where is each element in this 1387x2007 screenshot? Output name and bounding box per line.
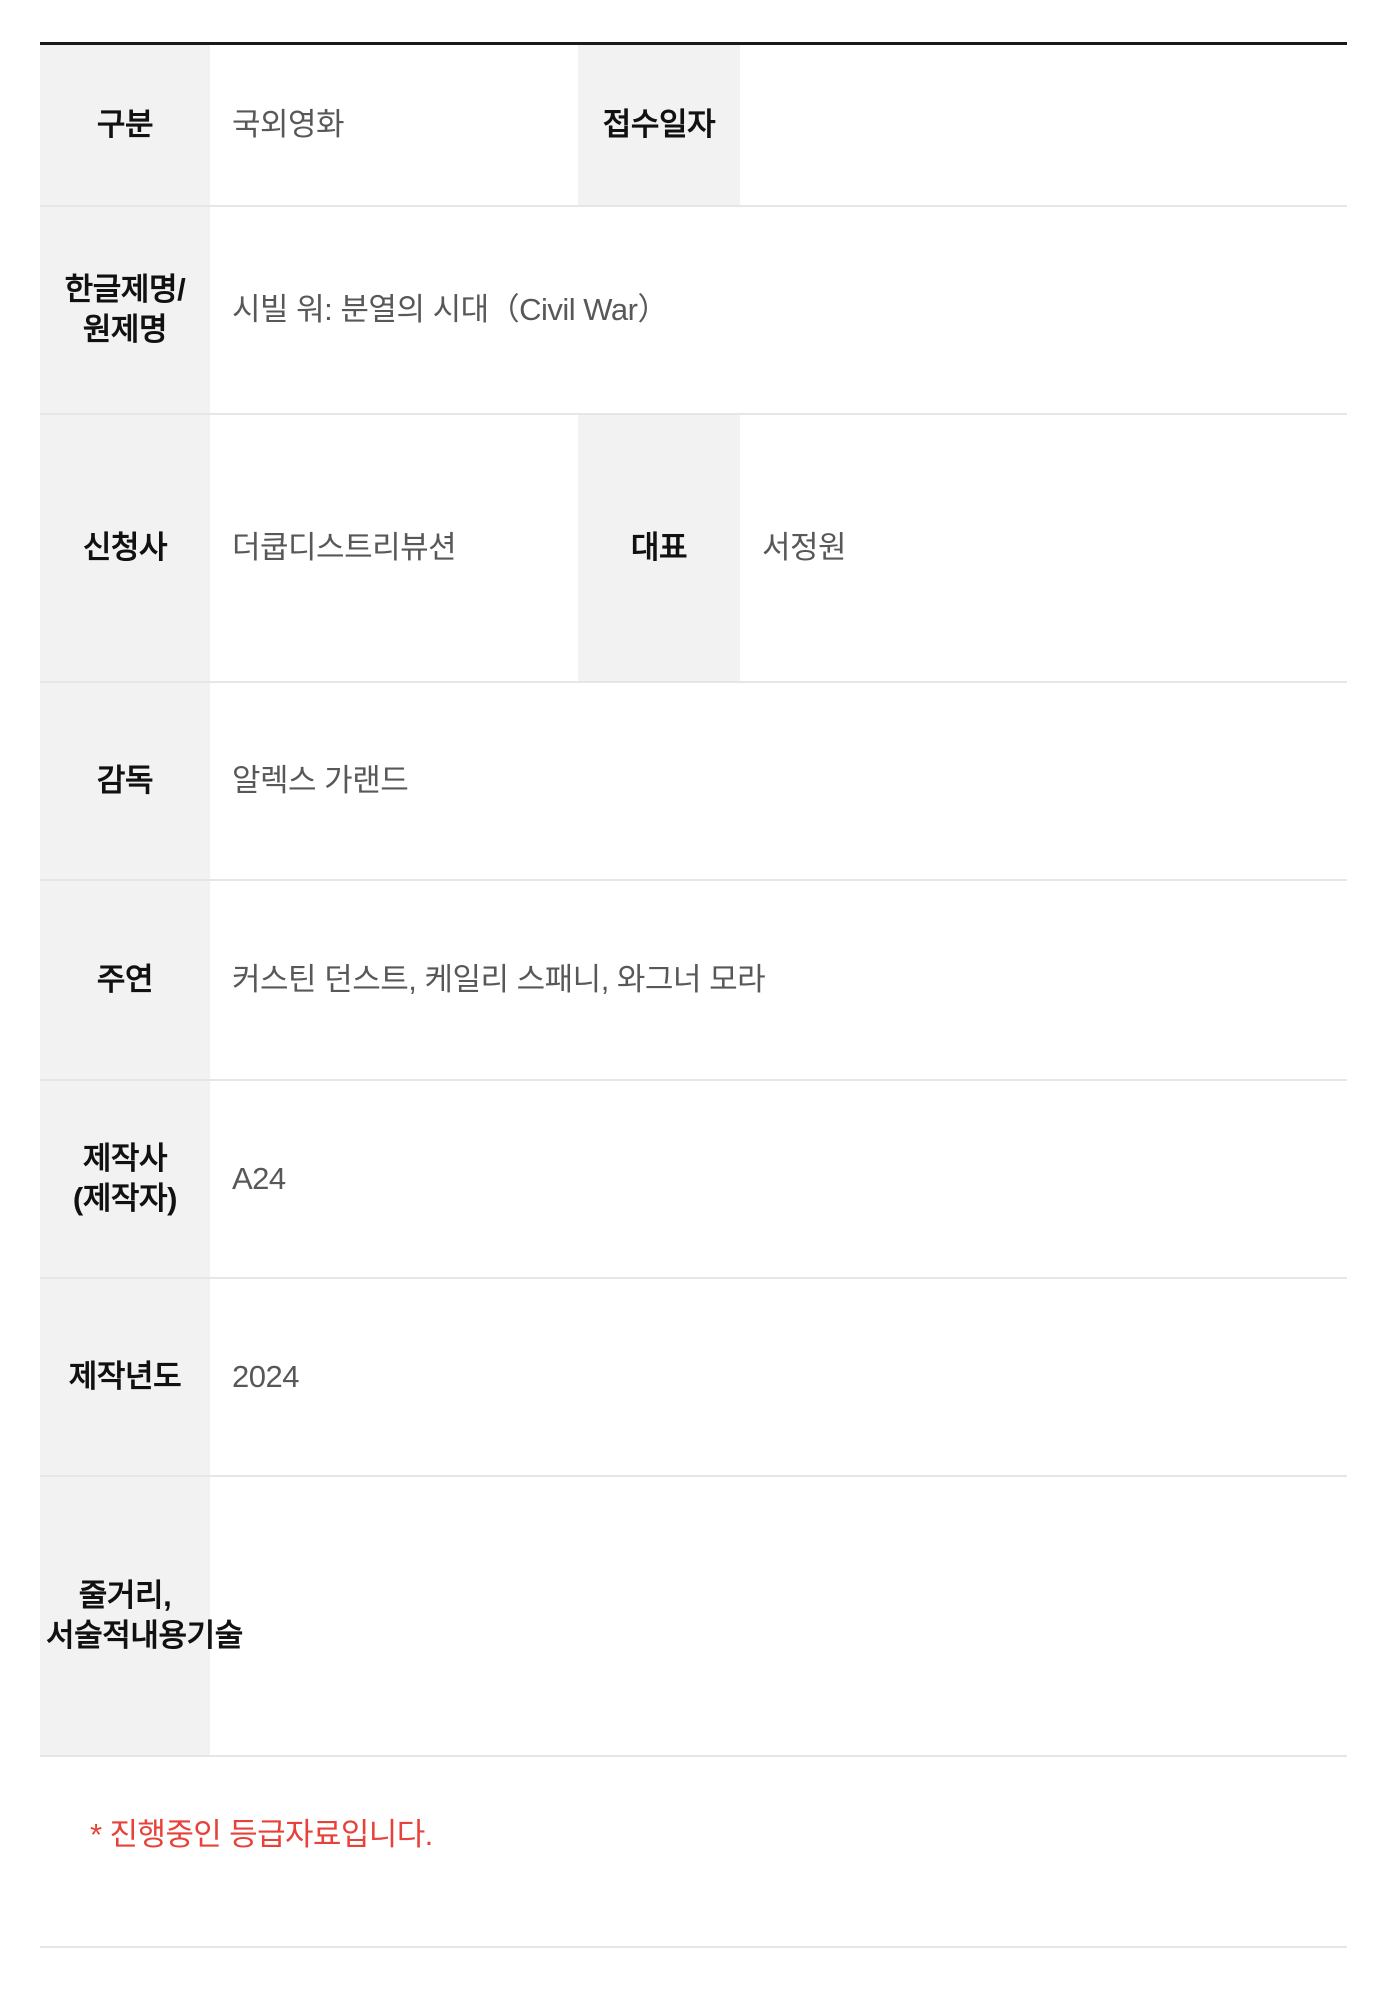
table-row-cast: 주연 커스틴 던스트, 케일리 스패니, 와그너 모라 <box>40 880 1347 1080</box>
table-row-production-year: 제작년도 2024 <box>40 1278 1347 1476</box>
bottom-divider <box>40 1946 1347 1948</box>
label-receipt-date: 접수일자 <box>578 43 740 206</box>
value-classification: 국외영화 <box>210 43 578 206</box>
label-synopsis: 줄거리, 서술적내용기술 <box>40 1476 243 1756</box>
value-production-company: A24 <box>210 1080 1347 1278</box>
label-korean-original-title: 한글제명/원제명 <box>40 206 210 414</box>
table-row-synopsis: 줄거리, 서술적내용기술 <box>40 1476 1347 1756</box>
film-information-table: 구분 국외영화 접수일자 한글제명/원제명 시빌 워: 분열의 시대（Civil… <box>40 42 1347 1757</box>
value-receipt-date <box>740 43 1347 206</box>
value-cast: 커스틴 던스트, 케일리 스패니, 와그너 모라 <box>210 880 1347 1080</box>
label-cast: 주연 <box>40 880 210 1080</box>
value-applicant: 더쿱디스트리뷰션 <box>210 414 578 682</box>
in-progress-notice: * 진행중인 등급자료입니다. <box>90 1817 433 1852</box>
table-row-production-company: 제작사(제작자) A24 <box>40 1080 1347 1278</box>
value-director: 알렉스 가랜드 <box>210 682 1347 880</box>
label-applicant: 신청사 <box>40 414 210 682</box>
table-row-director: 감독 알렉스 가랜드 <box>40 682 1347 880</box>
value-representative: 서정원 <box>740 414 1347 682</box>
value-korean-original-title: 시빌 워: 분열의 시대（Civil War） <box>210 206 1347 414</box>
label-classification: 구분 <box>40 43 210 206</box>
table-row-classification: 구분 국외영화 접수일자 <box>40 43 1347 206</box>
table-row-title: 한글제명/원제명 시빌 워: 분열의 시대（Civil War） <box>40 206 1347 414</box>
table-row-applicant: 신청사 더쿱디스트리뷰션 대표 서정원 <box>40 414 1347 682</box>
label-production-company: 제작사(제작자) <box>40 1080 210 1278</box>
label-production-year: 제작년도 <box>40 1278 210 1476</box>
label-representative: 대표 <box>578 414 740 682</box>
rating-application-page: 구분 국외영화 접수일자 한글제명/원제명 시빌 워: 분열의 시대（Civil… <box>0 42 1387 2007</box>
value-synopsis <box>210 1476 1347 1756</box>
value-production-year: 2024 <box>210 1278 1347 1476</box>
label-director: 감독 <box>40 682 210 880</box>
